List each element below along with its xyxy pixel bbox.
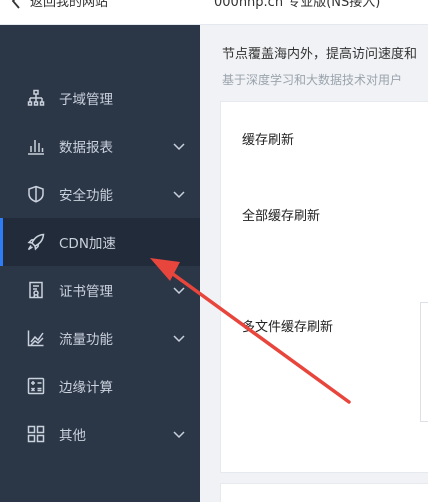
sidebar-item-cdn[interactable]: CDN加速 [0, 218, 200, 266]
cdn-subdescription: 基于深度学习和大数据技术对用户 [222, 73, 403, 87]
bar-chart-icon [26, 136, 46, 156]
sidebar-item-label: 数据报表 [59, 140, 113, 156]
sitemap-icon [26, 88, 46, 108]
rocket-icon [26, 232, 46, 252]
next-panel [220, 483, 428, 502]
cdn-description: 节点覆盖海内外，提高访问速度和 [222, 47, 418, 62]
chevron-down-icon [173, 431, 185, 439]
chevron-left-icon [11, 0, 20, 9]
sidebar-item-security[interactable]: 安全功能 [0, 170, 200, 218]
sidebar-item-reports[interactable]: 数据报表 [0, 122, 200, 170]
back-to-sites-link[interactable]: 返回我的网站 [10, 0, 108, 10]
sidebar-item-label: 安全功能 [59, 188, 113, 204]
traffic-chart-icon [26, 328, 46, 348]
shield-icon [26, 184, 46, 204]
sidebar-item-label: 其他 [59, 428, 86, 444]
sidebar-item-label: 子域管理 [59, 92, 113, 108]
sidebar-item-traffic[interactable]: 流量功能 [0, 314, 200, 362]
sidebar-item-certificates[interactable]: 证书管理 [0, 266, 200, 314]
certificate-icon [26, 280, 46, 300]
main-content: 节点覆盖海内外，提高访问速度和 基于深度学习和大数据技术对用户 缓存刷新 全部缓… [200, 25, 428, 502]
cache-refresh-title: 缓存刷新 [242, 133, 295, 148]
sidebar-item-label: CDN加速 [59, 236, 116, 252]
chevron-down-icon [173, 143, 185, 151]
site-domain-label: 000hhp.cn 专业版(NS接入) [214, 0, 381, 10]
sidebar-item-edge-compute[interactable]: 边缘计算 [0, 362, 200, 410]
full-cache-refresh-label: 全部缓存刷新 [242, 209, 321, 224]
sidebar-item-subdomains[interactable]: 子域管理 [0, 74, 200, 122]
chevron-down-icon [173, 335, 185, 343]
multi-file-cache-refresh-label: 多文件缓存刷新 [242, 320, 334, 335]
sidebar-item-label: 证书管理 [59, 284, 113, 300]
chevron-down-icon [173, 287, 185, 295]
sidebar-item-label: 流量功能 [59, 332, 113, 348]
chevron-down-icon [173, 191, 185, 199]
top-bar: 返回我的网站 000hhp.cn 专业版(NS接入) [0, 0, 428, 25]
back-label: 返回我的网站 [30, 0, 109, 10]
grid-icon [26, 424, 46, 444]
calculator-icon [26, 376, 46, 396]
multi-file-urls-textarea[interactable] [420, 302, 428, 422]
sidebar-item-other[interactable]: 其他 [0, 410, 200, 458]
cache-refresh-panel: 缓存刷新 全部缓存刷新 多文件缓存刷新 [220, 101, 428, 473]
sidebar-item-label: 边缘计算 [59, 380, 113, 396]
sidebar: 子域管理 数据报表 安全功能 CDN加速 证书管理 流量功能 边缘计算 其他 [0, 25, 200, 502]
